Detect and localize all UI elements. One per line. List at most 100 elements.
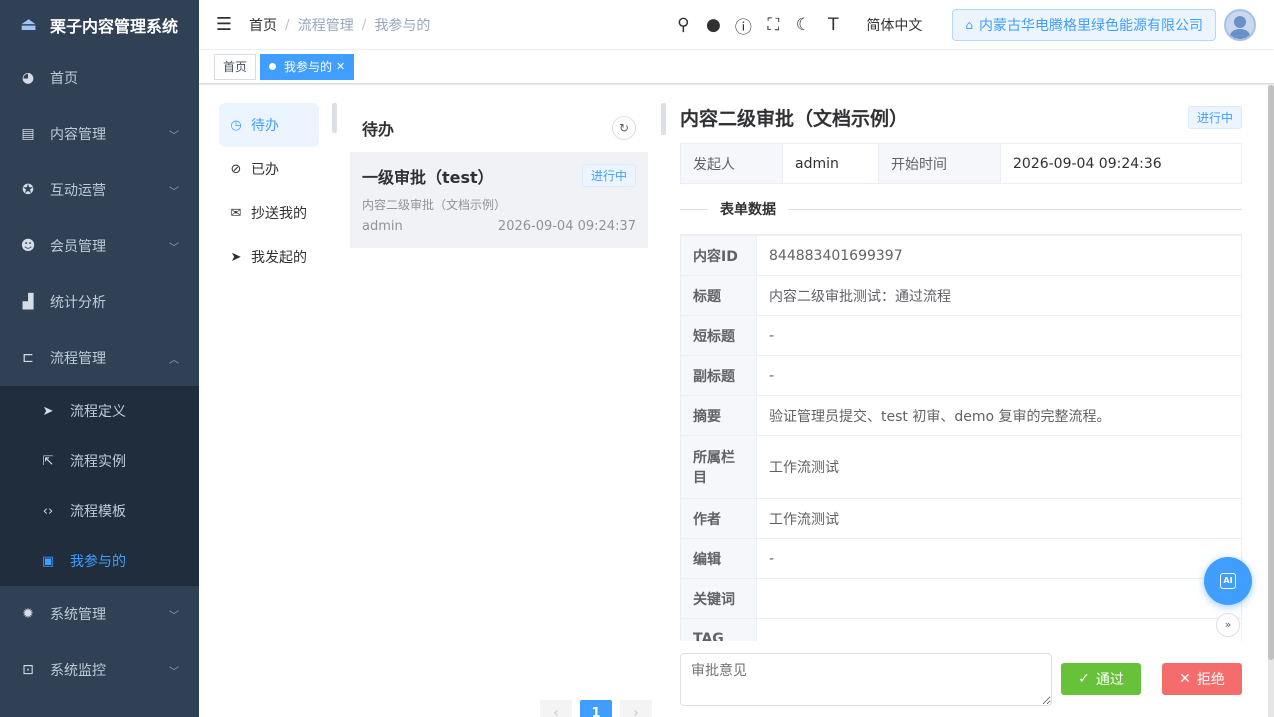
sidebar-item-label: 系统管理 [50, 607, 106, 623]
users-icon: ☻ [20, 238, 36, 254]
mail-icon: ✉ [230, 205, 242, 221]
starter-label: 发起人 [680, 143, 783, 184]
bar-chart-icon: ▟ [22, 294, 34, 310]
check-circle-icon: ⊘ [230, 161, 242, 177]
sidebar-item-process-template[interactable]: ‹› 流程模板 [0, 486, 199, 536]
hamburger-icon[interactable]: ☰ [199, 14, 249, 35]
nav-done[interactable]: ⊘ 已办 [219, 147, 319, 191]
approve-button[interactable]: ✓ 通过 [1061, 663, 1141, 695]
starter-value: admin [782, 143, 879, 184]
help-icon[interactable]: ⓘ [728, 13, 758, 38]
next-page-button[interactable]: › [620, 700, 652, 717]
task-list-header: 待办 ↻ [350, 105, 648, 150]
task-category-nav: ◷ 待办 ⊘ 已办 ✉ 抄送我的 ➤ 我发起的 [219, 103, 319, 279]
section-title: 表单数据 [708, 199, 788, 219]
close-icon: ✕ [1179, 671, 1191, 687]
language-selector[interactable]: 简体中文 [866, 15, 922, 35]
scrollbar-thumb[interactable] [1268, 85, 1274, 660]
sidebar-item-label: 内容管理 [50, 127, 106, 143]
font-size-icon[interactable]: T [818, 15, 848, 35]
nav-initiated[interactable]: ➤ 我发起的 [219, 235, 319, 279]
table-row: 发起人 admin 开始时间 2026-09-04 09:24:36 [680, 143, 1242, 184]
org-switch-button[interactable]: ⌂ 内蒙古华电腾格里绿色能源有限公司 [952, 9, 1216, 41]
reject-button[interactable]: ✕ 拒绝 [1162, 663, 1242, 695]
task-card[interactable]: 一级审批（test） 进行中 内容二级审批（文档示例） admin 2026-0… [350, 152, 648, 248]
main-content: ◷ 待办 ⊘ 已办 ✉ 抄送我的 ➤ 我发起的 待办 ↻ 一级审批（test） … [199, 85, 1274, 717]
table-row: 所属栏目 工作流测试 [680, 435, 1242, 499]
prev-page-button[interactable]: ‹ [540, 700, 572, 717]
pagination: ‹ 1 › [540, 700, 660, 717]
clock-icon: ◷ [230, 117, 242, 133]
page-number[interactable]: 1 [580, 700, 612, 717]
avatar[interactable] [1224, 9, 1256, 41]
send-icon: ➤ [42, 403, 54, 419]
table-row: 标题 内容二级审批测试：通过流程 [680, 275, 1242, 316]
task-list-title: 待办 [362, 119, 395, 139]
chevron-down-icon: ﹀ [169, 130, 179, 142]
section-divider: 表单数据 [680, 184, 1242, 234]
chevron-up-icon: ︿ [169, 354, 179, 366]
field-label: 所属栏目 [680, 435, 757, 499]
sidebar-item-label: 会员管理 [50, 239, 106, 255]
sidebar-item-statistics[interactable]: ▟ 统计分析 [0, 274, 199, 330]
sidebar-item-label: 首页 [50, 71, 78, 87]
fullscreen-icon[interactable]: ⛶ [758, 15, 788, 35]
nav-todo[interactable]: ◷ 待办 [219, 103, 319, 147]
ai-icon: AI [1220, 573, 1236, 589]
ai-assistant-button[interactable]: AI [1204, 557, 1252, 605]
breadcrumb-item[interactable]: 首页 [249, 15, 277, 35]
app-logo[interactable]: ⏏ 栗子内容管理系统 [0, 0, 199, 50]
detail-panel: 内容二级审批（文档示例） 进行中 发起人 admin 开始时间 2026-09-… [680, 103, 1242, 717]
instance-icon: ⇱ [42, 453, 54, 469]
info-table: 发起人 admin 开始时间 2026-09-04 09:24:36 [680, 143, 1242, 184]
chevron-down-icon: ﹀ [169, 666, 179, 678]
table-row: 作者 工作流测试 [680, 498, 1242, 539]
nav-cc[interactable]: ✉ 抄送我的 [219, 191, 319, 235]
sidebar-item-monitor[interactable]: ⊡ 系统监控 ﹀ [0, 642, 199, 698]
double-chevron-right-icon[interactable]: » [1216, 613, 1240, 637]
field-label: 摘要 [680, 395, 757, 436]
sidebar-item-content[interactable]: ▤ 内容管理 ﹀ [0, 106, 199, 162]
dashboard-icon: ◕ [21, 70, 35, 86]
sidebar-item-process-definition[interactable]: ➤ 流程定义 [0, 386, 199, 436]
github-icon[interactable]: ● [698, 15, 728, 35]
search-icon[interactable]: ⚲ [668, 15, 698, 35]
sidebar-item-interaction[interactable]: ✪ 互动运营 ﹀ [0, 162, 199, 218]
tag-participated[interactable]: 我参与的 ✕ [260, 53, 355, 80]
tags-view: 首页 我参与的 ✕ [199, 50, 1274, 84]
close-icon[interactable]: ✕ [336, 55, 345, 79]
sidebar-item-label: 我参与的 [70, 554, 126, 570]
logo-icon: ⏏ [20, 14, 38, 35]
sidebar-item-label: 流程管理 [50, 351, 106, 367]
panel-resizer[interactable] [332, 103, 337, 133]
sidebar-item-workflow[interactable]: ⊏ 流程管理 ︿ [0, 330, 199, 386]
form-data-scroll[interactable]: 内容ID 844883401699397 标题 内容二级审批测试：通过流程 短标题 -… [680, 234, 1242, 641]
field-label: TAG [680, 618, 757, 641]
refresh-icon[interactable]: ↻ [612, 115, 636, 140]
sidebar-item-participated[interactable]: ▣ 我参与的 [0, 536, 199, 586]
sidebar-item-process-instance[interactable]: ⇱ 流程实例 [0, 436, 199, 486]
sidebar-item-system[interactable]: ✹ 系统管理 ﹀ [0, 586, 199, 642]
home-icon: ⌂ [965, 18, 973, 32]
chevron-down-icon: ﹀ [169, 610, 179, 622]
chevron-down-icon: ﹀ [169, 186, 179, 198]
chevron-down-icon: ﹀ [169, 242, 179, 254]
approve-label: 通过 [1095, 672, 1124, 688]
tag-home[interactable]: 首页 [214, 53, 257, 80]
reject-label: 拒绝 [1196, 672, 1225, 688]
field-value: 内容二级审批测试：通过流程 [756, 275, 1242, 316]
panel-resizer[interactable] [661, 103, 666, 135]
workflow-icon: ⊏ [22, 350, 34, 366]
nav-label: 我发起的 [251, 250, 307, 266]
breadcrumb: 首页 / 流程管理 / 我参与的 [249, 15, 430, 35]
table-row: 摘要 验证管理员提交、test 初审、demo 复审的完整流程。 [680, 395, 1242, 436]
field-label: 作者 [680, 498, 757, 539]
sidebar-item-members[interactable]: ☻ 会员管理 ﹀ [0, 218, 199, 274]
sidebar-item-home[interactable]: ◕ 首页 [0, 50, 199, 106]
task-list-panel: 待办 ↻ 一级审批（test） 进行中 内容二级审批（文档示例） admin 2… [350, 105, 652, 717]
field-label: 短标题 [680, 315, 757, 356]
nav-label: 待办 [251, 118, 279, 134]
approval-comment-input[interactable] [680, 653, 1052, 706]
theme-moon-icon[interactable]: ☾ [788, 15, 818, 35]
field-value: 844883401699397 [756, 235, 1242, 276]
